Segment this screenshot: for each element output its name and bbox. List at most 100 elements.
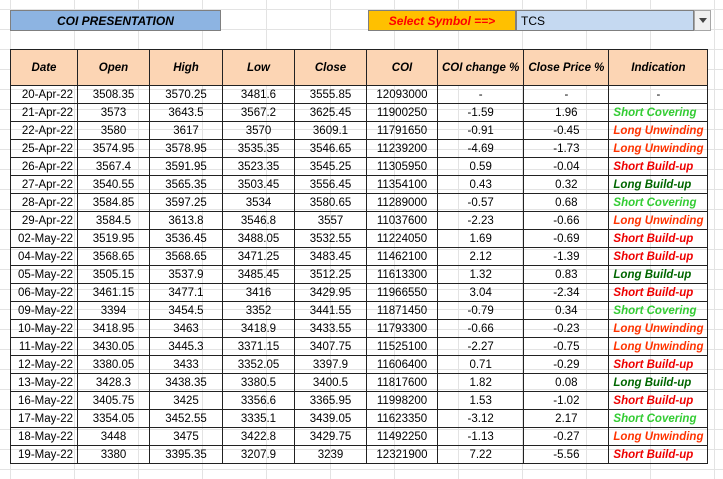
cell-coi-change[interactable]: -1.59 [436, 103, 525, 122]
cell-indication[interactable]: Short Covering [608, 193, 709, 212]
symbol-dropdown-button[interactable] [694, 10, 711, 31]
cell-coi-change[interactable]: 1.32 [436, 265, 525, 284]
cell-indication[interactable]: Long Build-up [608, 373, 709, 392]
cell-coi[interactable]: 11817600 [366, 373, 438, 392]
cell-open[interactable]: 3394 [77, 301, 150, 320]
cell-coi-change[interactable]: 2.12 [436, 247, 525, 266]
cell-low[interactable]: 3352.05 [222, 355, 295, 374]
cell-indication[interactable]: - [608, 85, 709, 104]
cell-close-price[interactable]: 0.68 [523, 193, 610, 212]
cell-close[interactable]: 3546.65 [294, 139, 367, 158]
cell-indication[interactable]: Long Unwinding [608, 427, 709, 446]
cell-date[interactable]: 22-Apr-22 [10, 121, 78, 140]
cell-high[interactable]: 3395.35 [149, 445, 223, 464]
cell-close[interactable]: 3545.25 [294, 157, 367, 176]
cell-close-price[interactable]: -2.34 [523, 283, 610, 302]
cell-high[interactable]: 3568.65 [149, 247, 223, 266]
cell-close-price[interactable]: -0.45 [523, 121, 610, 140]
cell-close[interactable]: 3483.45 [294, 247, 367, 266]
cell-date[interactable]: 25-Apr-22 [10, 139, 78, 158]
cell-date[interactable]: 20-Apr-22 [10, 85, 78, 104]
cell-indication[interactable]: Long Unwinding [608, 337, 709, 356]
cell-low[interactable]: 3570 [222, 121, 295, 140]
cell-close-price[interactable]: -0.66 [523, 211, 610, 230]
cell-open[interactable]: 3428.3 [77, 373, 150, 392]
cell-low[interactable]: 3471.25 [222, 247, 295, 266]
cell-coi-change[interactable]: 0.59 [436, 157, 525, 176]
cell-high[interactable]: 3475 [149, 427, 223, 446]
cell-coi-change[interactable]: 0.43 [436, 175, 525, 194]
cell-low[interactable]: 3335.1 [222, 409, 295, 428]
cell-coi-change[interactable]: -0.66 [436, 319, 525, 338]
cell-low[interactable]: 3371.15 [222, 337, 295, 356]
cell-close-price[interactable]: 0.83 [523, 265, 610, 284]
cell-close[interactable]: 3532.55 [294, 229, 367, 248]
cell-coi[interactable]: 11791650 [366, 121, 438, 140]
cell-close-price[interactable]: -5.56 [523, 445, 610, 464]
cell-date[interactable]: 05-May-22 [10, 265, 78, 284]
cell-low[interactable]: 3380.5 [222, 373, 295, 392]
cell-close-price[interactable]: -1.02 [523, 391, 610, 410]
cell-open[interactable]: 3508.35 [77, 85, 150, 104]
cell-open[interactable]: 3354.05 [77, 409, 150, 428]
cell-coi[interactable]: 11900250 [366, 103, 438, 122]
cell-high[interactable]: 3591.95 [149, 157, 223, 176]
cell-indication[interactable]: Short Build-up [608, 283, 709, 302]
cell-low[interactable]: 3523.35 [222, 157, 295, 176]
cell-close[interactable]: 3400.5 [294, 373, 367, 392]
cell-coi-change[interactable]: -2.27 [436, 337, 525, 356]
cell-coi[interactable]: 11606400 [366, 355, 438, 374]
cell-close[interactable]: 3512.25 [294, 265, 367, 284]
cell-high[interactable]: 3537.9 [149, 265, 223, 284]
cell-coi[interactable]: 11289000 [366, 193, 438, 212]
cell-date[interactable]: 12-May-22 [10, 355, 78, 374]
cell-date[interactable]: 06-May-22 [10, 283, 78, 302]
cell-coi-change[interactable]: 7.22 [436, 445, 525, 464]
cell-coi[interactable]: 11525100 [366, 337, 438, 356]
cell-low[interactable]: 3503.45 [222, 175, 295, 194]
cell-close-price[interactable]: -1.39 [523, 247, 610, 266]
cell-close-price[interactable]: - [523, 85, 610, 104]
cell-coi-change[interactable]: 1.82 [436, 373, 525, 392]
cell-high[interactable]: 3425 [149, 391, 223, 410]
cell-coi[interactable]: 11623350 [366, 409, 438, 428]
cell-open[interactable]: 3380 [77, 445, 150, 464]
cell-low[interactable]: 3535.35 [222, 139, 295, 158]
cell-close[interactable]: 3556.45 [294, 175, 367, 194]
cell-high[interactable]: 3565.35 [149, 175, 223, 194]
cell-high[interactable]: 3643.5 [149, 103, 223, 122]
cell-indication[interactable]: Short Build-up [608, 229, 709, 248]
cell-date[interactable]: 04-May-22 [10, 247, 78, 266]
cell-low[interactable]: 3352 [222, 301, 295, 320]
cell-close-price[interactable]: -1.73 [523, 139, 610, 158]
cell-date[interactable]: 17-May-22 [10, 409, 78, 428]
cell-open[interactable]: 3584.5 [77, 211, 150, 230]
cell-date[interactable]: 10-May-22 [10, 319, 78, 338]
cell-indication[interactable]: Long Build-up [608, 265, 709, 284]
cell-open[interactable]: 3418.95 [77, 319, 150, 338]
cell-date[interactable]: 29-Apr-22 [10, 211, 78, 230]
cell-date[interactable]: 21-Apr-22 [10, 103, 78, 122]
cell-coi-change[interactable]: -4.69 [436, 139, 525, 158]
cell-indication[interactable]: Long Unwinding [608, 211, 709, 230]
cell-high[interactable]: 3452.55 [149, 409, 223, 428]
cell-close-price[interactable]: 0.34 [523, 301, 610, 320]
cell-open[interactable]: 3448 [77, 427, 150, 446]
cell-close[interactable]: 3625.45 [294, 103, 367, 122]
cell-low[interactable]: 3534 [222, 193, 295, 212]
cell-coi[interactable]: 11613300 [366, 265, 438, 284]
cell-coi-change[interactable]: -1.13 [436, 427, 525, 446]
cell-indication[interactable]: Short Build-up [608, 445, 709, 464]
cell-coi[interactable]: 12321900 [366, 445, 438, 464]
symbol-select-cell[interactable]: TCS [516, 10, 694, 31]
cell-close[interactable]: 3441.55 [294, 301, 367, 320]
cell-indication[interactable]: Long Unwinding [608, 319, 709, 338]
cell-high[interactable]: 3454.5 [149, 301, 223, 320]
cell-open[interactable]: 3574.95 [77, 139, 150, 158]
cell-close[interactable]: 3439.05 [294, 409, 367, 428]
cell-coi-change[interactable]: -0.79 [436, 301, 525, 320]
cell-low[interactable]: 3546.8 [222, 211, 295, 230]
cell-close[interactable]: 3365.95 [294, 391, 367, 410]
cell-coi-change[interactable]: -3.12 [436, 409, 525, 428]
cell-open[interactable]: 3540.55 [77, 175, 150, 194]
